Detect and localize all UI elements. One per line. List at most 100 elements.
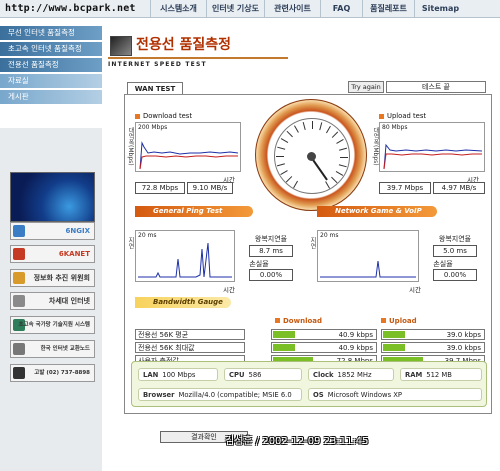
banner-link[interactable]: 6KANET xyxy=(10,245,95,263)
upload-current: 39.7 Mbps xyxy=(379,182,431,194)
upload-plot xyxy=(383,143,483,170)
download-title: Download test xyxy=(135,112,192,120)
ping-loss-label: 손실율 xyxy=(249,260,269,268)
ping-plot xyxy=(138,242,232,278)
main-content: 전용선 품질측정 INTERNET SPEED TEST WAN TEST Tr… xyxy=(102,18,500,471)
phone-icon xyxy=(13,367,25,379)
leftnav-item[interactable]: 자료실 xyxy=(0,74,102,88)
browser-value: Mozilla/4.0 (compatible; MSIE 6.0 xyxy=(178,391,292,399)
upload-header: Upload xyxy=(381,317,417,325)
clock-value: 1852 MHz xyxy=(337,371,372,379)
info-icon xyxy=(13,272,25,284)
download-plot xyxy=(139,141,239,170)
ping-series xyxy=(138,242,232,278)
voip-ribbon: Network Game & VoIP Test xyxy=(317,206,437,226)
download-average: 9.10 MB/s xyxy=(187,182,233,194)
voip-yaxis: 지연 xyxy=(309,237,316,249)
upload-bar: 39.0 kbps xyxy=(381,342,485,353)
voip-delay-value: 5.0 ms xyxy=(433,245,477,257)
download-bar-fill xyxy=(273,331,295,338)
upload-series-blue xyxy=(383,143,483,170)
topnav-item[interactable]: Sitemap xyxy=(414,0,466,18)
ping-delay-value: 8.7 ms xyxy=(249,245,293,257)
download-header: Download xyxy=(275,317,322,325)
voip-delay-label: 왕복지연율 xyxy=(438,235,472,243)
wan-test-panel: Download test 200 Mbps 대역폭(Mbps) 시간 72.8… xyxy=(124,94,492,414)
earth-banner-image[interactable] xyxy=(10,172,95,222)
upload-header-text: Upload xyxy=(389,317,417,325)
bullet-icon xyxy=(275,318,280,323)
banner-link[interactable]: 정보화 추진 위원회 xyxy=(10,269,95,287)
upload-average: 4.97 MB/s xyxy=(433,182,485,194)
gauge-tick xyxy=(302,121,306,130)
gauge-tick xyxy=(338,164,347,168)
top-nav: 시스템소개 인터넷 기상도 관련사이트 FAQ 품질레포트 Sitemap xyxy=(150,0,466,18)
cpu-label: CPU xyxy=(229,371,245,379)
ping-yaxis: 지연 xyxy=(127,237,134,249)
voip-plot xyxy=(320,260,416,278)
gauge-tick xyxy=(293,180,298,189)
banner-label: 차세대 인터넷 xyxy=(48,297,90,305)
download-series-red xyxy=(139,155,238,170)
tabs-row: WAN TEST Try again 테스트 끝 xyxy=(124,81,494,95)
lan-info: LAN 100 Mbps xyxy=(138,368,218,381)
voip-graph: 20 ms xyxy=(317,230,419,282)
os-label: OS xyxy=(313,391,324,399)
ping-ribbon: General Ping Test xyxy=(135,206,253,217)
topnav-item[interactable]: 시스템소개 xyxy=(150,0,206,18)
os-info: OS Microsoft Windows XP xyxy=(308,388,482,401)
upload-title-text: Upload test xyxy=(387,112,427,120)
leftnav-item[interactable]: 초고속 인터넷 품질측정 xyxy=(0,42,102,56)
gauge-tick xyxy=(326,125,331,134)
os-value: Microsoft Windows XP xyxy=(327,391,403,399)
download-bar: 40.9 kbps xyxy=(271,342,377,353)
download-header-text: Download xyxy=(283,317,323,325)
globe-icon xyxy=(13,225,25,237)
upload-bar-fill xyxy=(383,344,405,351)
banner-link[interactable]: 초고속 국가망 기술지원 시스템 xyxy=(10,316,95,334)
ram-value: 512 MB xyxy=(426,371,452,379)
voip-xaxis: 시간 xyxy=(409,286,421,294)
gauge-tick xyxy=(276,156,284,157)
topnav-item[interactable]: FAQ xyxy=(320,0,362,18)
gauge-hub xyxy=(307,152,316,161)
bullet-icon xyxy=(135,113,140,119)
try-again-button[interactable]: Try again xyxy=(348,81,384,93)
leftnav-item[interactable]: 무선 인터넷 품질측정 xyxy=(0,26,102,40)
upload-bar: 39.0 kbps xyxy=(381,329,485,340)
banner-link[interactable]: 6NGIX xyxy=(10,222,95,240)
cpu-value: 586 xyxy=(248,371,262,379)
ping-xaxis: 시간 xyxy=(223,286,235,294)
upload-yaxis: 대역폭(Mbps) xyxy=(372,127,379,166)
upload-bar-value: 39.0 kbps xyxy=(446,344,481,352)
banner-label: 정보화 추진 위원회 xyxy=(33,274,90,282)
gauge-tick xyxy=(312,121,313,129)
gauge-tick xyxy=(339,147,348,151)
topnav-item[interactable]: 관련사이트 xyxy=(264,0,320,18)
upload-bar-value: 39.0 kbps xyxy=(446,331,481,339)
leftnav-item[interactable]: 전용선 품질측정 xyxy=(0,58,102,72)
download-current: 72.8 Mbps xyxy=(135,182,185,194)
site-url: http://www.bcpark.net xyxy=(5,3,136,14)
banner-link[interactable]: 차세대 인터넷 xyxy=(10,292,95,310)
gauge-tick xyxy=(280,170,288,175)
banner-link[interactable]: 고발 (02) 737-8898 xyxy=(10,364,95,382)
topnav-item[interactable]: 품질레포트 xyxy=(362,0,414,18)
confirm-result-label: 결과확인 xyxy=(191,433,217,441)
ping-graph: 20 ms xyxy=(135,230,235,282)
gauge-tick xyxy=(280,138,289,143)
lan-label: LAN xyxy=(143,371,159,379)
leftnav-item[interactable]: 게시판 xyxy=(0,90,102,104)
banner-label: 6KANET xyxy=(58,250,90,258)
voip-loss-value: 0.00% xyxy=(433,269,477,281)
gauge-tick xyxy=(276,163,285,167)
gauge-tick xyxy=(331,176,338,184)
upload-series-red xyxy=(383,153,482,170)
download-bar-fill xyxy=(273,344,295,351)
exchange-icon xyxy=(13,343,25,355)
upload-bar-fill xyxy=(383,331,405,338)
system-info: LAN 100 Mbps CPU 586 Clock 1852 MHz RAM 512 … xyxy=(131,361,487,407)
banner-link[interactable]: 한국 인터넷 교환노드 xyxy=(10,340,95,358)
browser-info: Browser Mozilla/4.0 (compatible; MSIE 6.0 xyxy=(138,388,302,401)
topnav-item[interactable]: 인터넷 기상도 xyxy=(206,0,264,18)
